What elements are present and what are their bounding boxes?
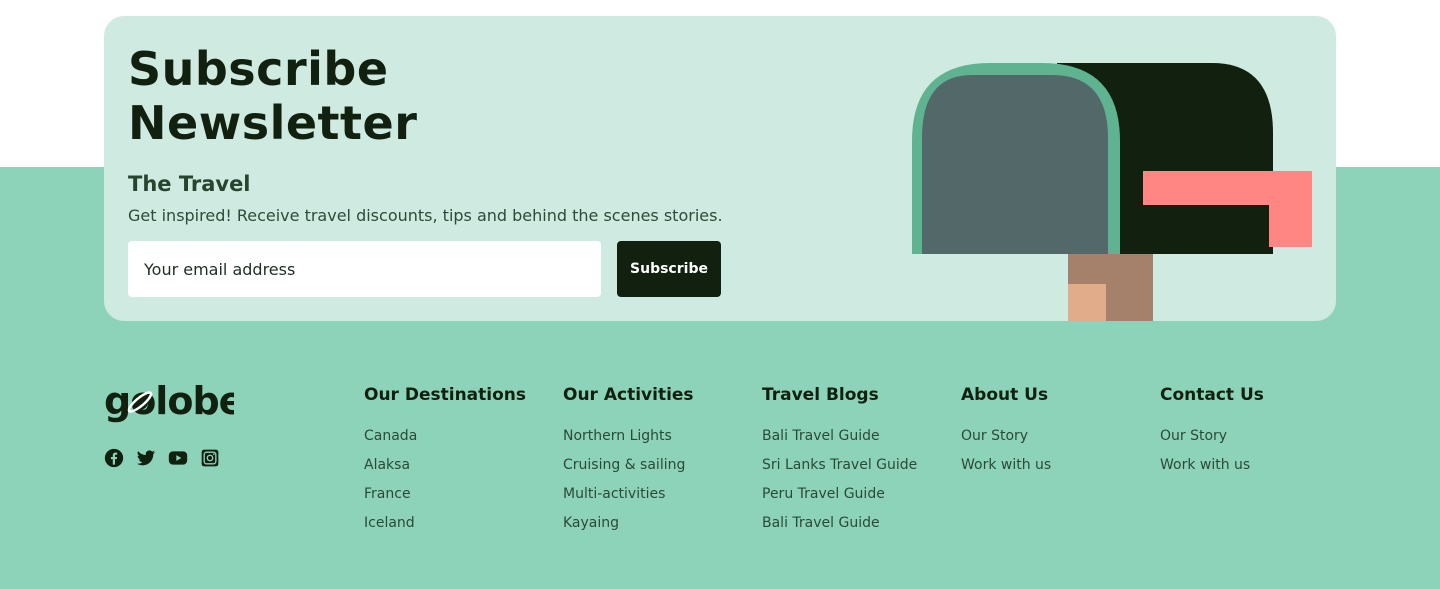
footer-column-blogs: Travel Blogs Bali Travel Guide Sri Lanks… [762,384,917,538]
column-title: Our Destinations [364,385,526,405]
footer-link[interactable]: Bali Travel Guide [762,422,917,451]
mailbox-post-highlight [1068,284,1106,321]
footer-column-about: About Us Our Story Work with us [961,384,1051,480]
footer-link[interactable]: Our Story [961,422,1051,451]
logo-text: golobe [104,380,234,423]
newsletter-description: Get inspired! Receive travel discounts, … [128,206,723,225]
footer-link[interactable]: Canada [364,422,526,451]
footer-link[interactable]: Cruising & sailing [563,451,694,480]
footer-link[interactable]: France [364,480,526,509]
golobe-logo: golobe [104,380,234,423]
twitter-icon[interactable] [136,448,156,468]
footer-link[interactable]: Our Story [1160,422,1264,451]
newsletter-title-line2: Newsletter [128,96,418,150]
subscribe-button[interactable]: Subscribe [617,241,721,297]
mailbox-door [922,75,1108,254]
mailbox-illustration [912,63,1312,321]
facebook-icon[interactable] [104,448,124,468]
footer-link[interactable]: Work with us [1160,451,1264,480]
footer-link[interactable]: Sri Lanks Travel Guide [762,451,917,480]
column-title: Our Activities [563,385,694,405]
column-title: Contact Us [1160,385,1264,405]
footer-link[interactable]: Work with us [961,451,1051,480]
footer-link[interactable]: Kayaing [563,509,694,538]
newsletter-title-line1: Subscribe [128,42,389,96]
footer-link[interactable]: Bali Travel Guide [762,509,917,538]
newsletter-subtitle: The Travel [128,172,251,196]
footer-column-contact: Contact Us Our Story Work with us [1160,384,1264,480]
footer-column-destinations: Our Destinations Canada Alaksa France Ic… [364,384,526,538]
newsletter-title: Subscribe Newsletter [128,42,528,150]
footer-link[interactable]: Iceland [364,509,526,538]
footer-link[interactable]: Alaksa [364,451,526,480]
youtube-icon[interactable] [168,448,188,468]
footer-column-activities: Our Activities Northern Lights Cruising … [563,384,694,538]
column-title: Travel Blogs [762,385,879,405]
footer-link[interactable]: Multi-activities [563,480,694,509]
email-input[interactable] [128,241,601,297]
footer-link[interactable]: Northern Lights [563,422,694,451]
social-links [104,448,220,468]
instagram-icon[interactable] [200,448,220,468]
footer-link[interactable]: Peru Travel Guide [762,480,917,509]
newsletter-card: Subscribe Newsletter The Travel Get insp… [104,16,1336,321]
column-title: About Us [961,385,1049,405]
